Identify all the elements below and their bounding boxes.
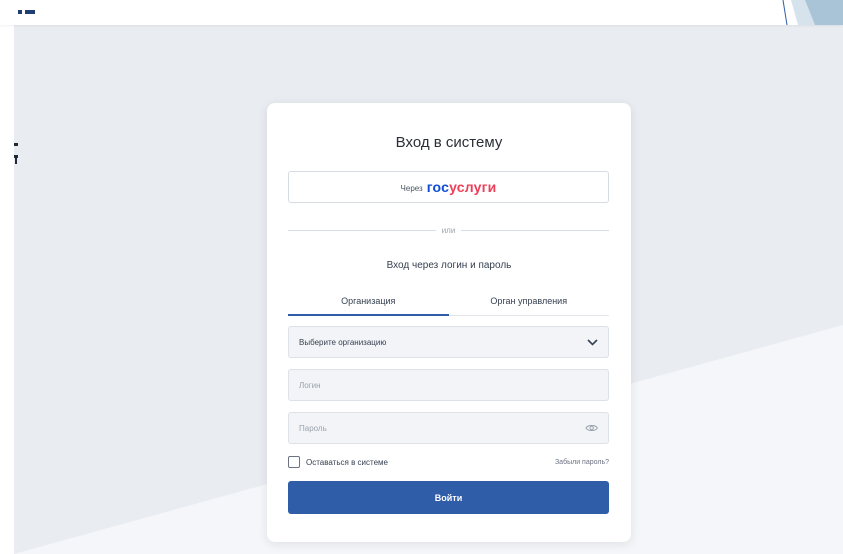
password-field	[288, 412, 609, 444]
gosuslugi-logo: госуслуги	[427, 179, 497, 195]
remember-me-label: Оставаться в системе	[306, 457, 388, 467]
login-card: Вход в систему Через госуслуги или Вход …	[267, 103, 631, 542]
divider-line-left	[288, 229, 436, 231]
login-title: Вход в систему	[395, 134, 503, 151]
forgot-password-link[interactable]: Забыли пароль?	[555, 459, 609, 466]
login-input[interactable]	[299, 380, 598, 390]
gosuslugi-login-button[interactable]: Через госуслуги	[288, 171, 609, 203]
organization-select-value: Выберите организацию	[299, 337, 387, 347]
or-divider: или	[288, 223, 610, 237]
divider-label: или	[441, 225, 456, 235]
app-logo-icon[interactable]	[18, 10, 35, 14]
login-type-tabs: Организация Орган управления	[288, 289, 609, 316]
login-submit-button[interactable]: Войти	[288, 481, 609, 514]
side-mark	[14, 143, 18, 164]
login-field	[288, 369, 609, 401]
top-bar	[0, 0, 843, 25]
tab-management-body[interactable]: Орган управления	[449, 289, 610, 315]
remember-row: Оставаться в системе Забыли пароль?	[288, 455, 609, 469]
login-password-subtitle: Вход через логин и пароль	[386, 260, 512, 271]
eye-icon[interactable]	[585, 423, 598, 433]
tab-organization[interactable]: Организация	[288, 289, 449, 316]
password-input[interactable]	[299, 423, 585, 433]
checkbox-box[interactable]	[288, 456, 300, 468]
divider-line-right	[461, 229, 610, 231]
remember-me-checkbox[interactable]: Оставаться в системе	[288, 456, 388, 468]
header-decoration	[782, 0, 843, 25]
chevron-down-icon	[587, 338, 598, 346]
gosuslugi-logo-part2: услуги	[449, 179, 497, 195]
gosuslugi-via-label: Через	[400, 183, 423, 193]
gosuslugi-logo-part1: гос	[426, 179, 450, 195]
organization-select[interactable]: Выберите организацию	[288, 326, 609, 358]
